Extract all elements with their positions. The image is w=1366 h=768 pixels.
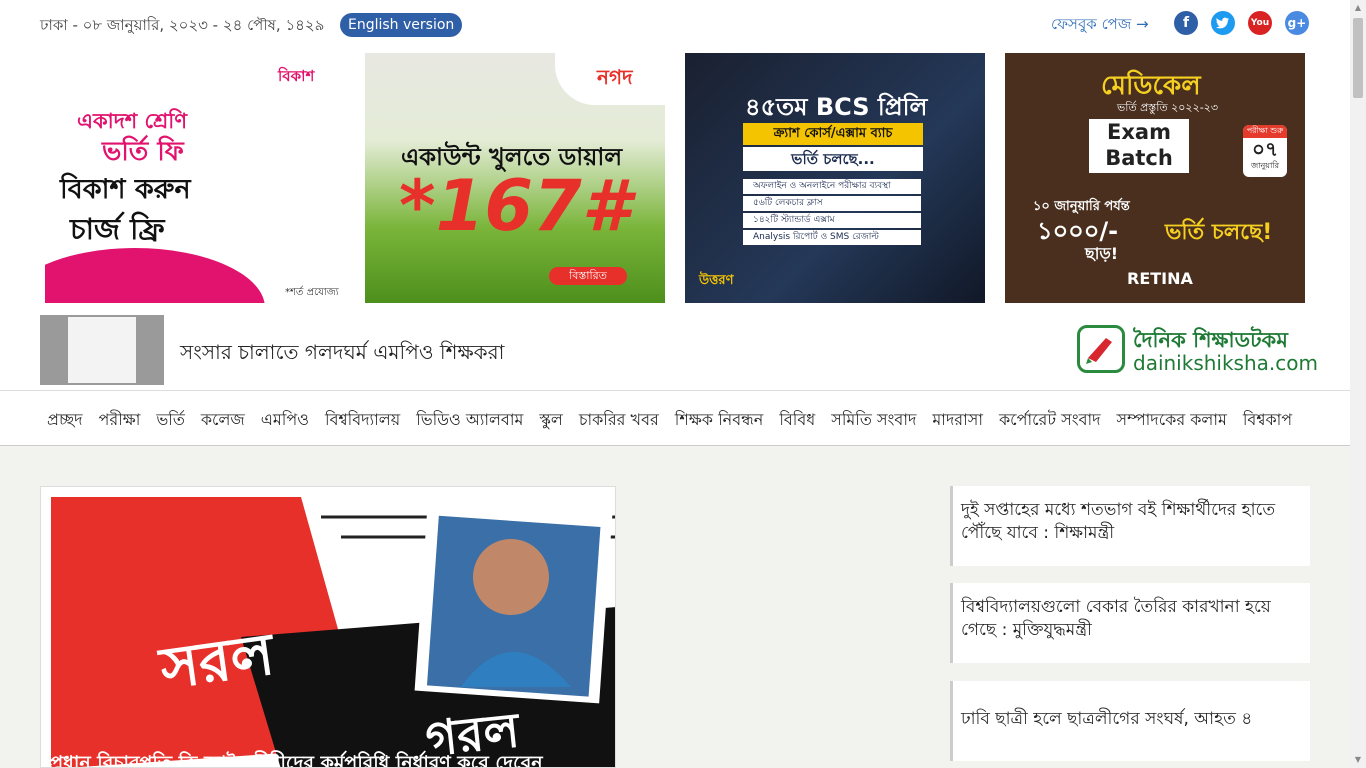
retina-date-box: পরীক্ষা শুরু ০৭ জানুয়ারি (1243, 125, 1287, 177)
nav-item[interactable]: প্রচ্ছদ (47, 407, 83, 434)
retina-date-day: ০৭ (1251, 137, 1278, 161)
retina-status: ভর্তি চলছে! (1165, 220, 1273, 245)
bkash-swoosh (45, 248, 265, 303)
retina-batch: Exam Batch (1089, 119, 1189, 173)
nagad-brand: নগদ (597, 65, 633, 89)
google-plus-icon[interactable]: g+ (1285, 11, 1309, 35)
nav-item[interactable]: মাদরাসা (932, 407, 983, 434)
nav-item[interactable]: চাকরির খবর (579, 407, 659, 434)
nav-item[interactable]: সম্পাদকের কলাম (1117, 407, 1227, 434)
bkash-ad-banner[interactable]: বিকাশ একাদশ শ্রেণি ভর্তি ফি বিকাশ করুন চ… (45, 53, 345, 303)
bcs-point-4: Analysis রিপোর্ট ও SMS রেজাল্ট (743, 230, 921, 245)
bkash-logo: বিকাশ (278, 67, 315, 85)
date-text: ঢাকা - ০৮ জানুয়ারি, ২০২৩ - ২৪ পৌষ, ১৪২৯ (40, 16, 325, 34)
retina-discount-label: ছাড়! (1085, 244, 1119, 263)
bcs-status: ভর্তি চলছে... (743, 147, 923, 171)
newspaper-thumbnail[interactable] (40, 315, 164, 385)
scroll-down-arrow-icon[interactable]: ▼ (1353, 755, 1363, 765)
nagad-ad-banner[interactable]: নগদ একাউন্ট খুলতে ডায়াল *167# বিস্তারিত (365, 53, 665, 303)
lead-story-card[interactable]: সরল গরল প্রধান বিচারপতি কি আইনজীবীদের কর… (40, 486, 616, 768)
nav-item[interactable]: এমপিও (261, 407, 309, 434)
uttoron-logo: উত্তরণ (699, 273, 734, 288)
twitter-icon[interactable] (1211, 11, 1235, 35)
site-logo-icon[interactable] (1077, 325, 1125, 373)
bcs-point-2: ৫৬টি লেকচার ক্লাস (743, 196, 921, 211)
scroll-up-arrow-icon[interactable]: ▲ (1353, 3, 1363, 13)
retina-subtitle: ভর্তি প্রস্তুতি ২০২২-২৩ (1117, 101, 1218, 114)
nav-item[interactable]: ভর্তি (156, 407, 185, 434)
retina-ad-banner[interactable]: মেডিকেল ভর্তি প্রস্তুতি ২০২২-২৩ Exam Bat… (1005, 53, 1305, 303)
nagad-details-button[interactable]: বিস্তারিত (549, 267, 627, 285)
retina-logo: RETINA (1127, 269, 1193, 288)
nav-bottom-border (0, 445, 1350, 446)
scrollbar-thumb[interactable] (1353, 18, 1363, 98)
nagad-code: *167# (399, 165, 631, 247)
nav-divider (0, 390, 1350, 391)
lead-story-image (41, 487, 615, 767)
nav-item[interactable]: বিশ্ববিদ্যালয় (325, 407, 400, 434)
nav-item[interactable]: সমিতি সংবাদ (831, 407, 916, 434)
nav-item[interactable]: বিশ্বকাপ (1243, 407, 1292, 434)
facebook-page-link[interactable]: ফেসবুক পেজ → (1051, 13, 1149, 38)
side-news-item[interactable]: বিশ্ববিদ্যালয়গুলো বেকার তৈরির কারখানা হ… (950, 583, 1310, 663)
lead-story-title[interactable]: প্রধান বিচারপতি কি আইনজীবীদের কর্মপরিধি … (49, 749, 543, 767)
nav-item[interactable]: কর্পোরেট সংবাদ (999, 407, 1101, 434)
nav-item[interactable]: বিবিধ (779, 407, 815, 434)
featured-headline[interactable]: সংসার চালাতে গলদঘর্ম এমপিও শিক্ষকরা (180, 338, 504, 371)
facebook-icon[interactable]: f (1174, 11, 1198, 35)
side-news-item[interactable]: ঢাবি ছাত্রী হলে ছাত্রলীগের সংঘর্ষ, আহত ৪ (950, 681, 1310, 761)
nav-item[interactable]: পরীক্ষা (99, 407, 141, 434)
side-news-item[interactable]: দুই সপ্তাহের মধ্যে শতভাগ বই শিক্ষার্থীদে… (950, 486, 1310, 566)
lead-art-text-1: সরল (156, 619, 278, 703)
nav-item[interactable]: স্কুল (539, 407, 562, 434)
newspaper-page (68, 317, 136, 383)
nav-item[interactable]: ভিডিও অ্যালবাম (416, 407, 523, 434)
scrollbar-track[interactable] (1350, 0, 1366, 768)
bkash-note: *শর্ত প্রযোজ্য (285, 287, 339, 298)
english-version-button[interactable]: English version (340, 13, 463, 37)
nav-item[interactable]: শিক্ষক নিবন্ধন (675, 407, 764, 434)
bcs-point-3: ১৪২টি স্ট্যান্ডার্ড এক্সাম (743, 213, 921, 228)
main-nav: প্রচ্ছদ পরীক্ষা ভর্তি কলেজ এমপিও বিশ্ববি… (47, 407, 1292, 434)
bcs-point-1: অফলাইন ও অনলাইনে পরীক্ষার ব্যবস্থা (743, 179, 921, 194)
bcs-ad-banner[interactable]: ৪৫তম BCS প্রিলি ক্র্যাশ কোর্স/এক্সাম ব্য… (685, 53, 985, 303)
retina-date-month: জানুয়ারি (1251, 161, 1279, 170)
bcs-subtitle: ক্র্যাশ কোর্স/এক্সাম ব্যাচ (743, 123, 923, 145)
nav-item[interactable]: কলেজ (201, 407, 245, 434)
youtube-icon[interactable]: You (1248, 11, 1272, 35)
site-logo-domain[interactable]: dainikshiksha.com (1133, 351, 1318, 375)
